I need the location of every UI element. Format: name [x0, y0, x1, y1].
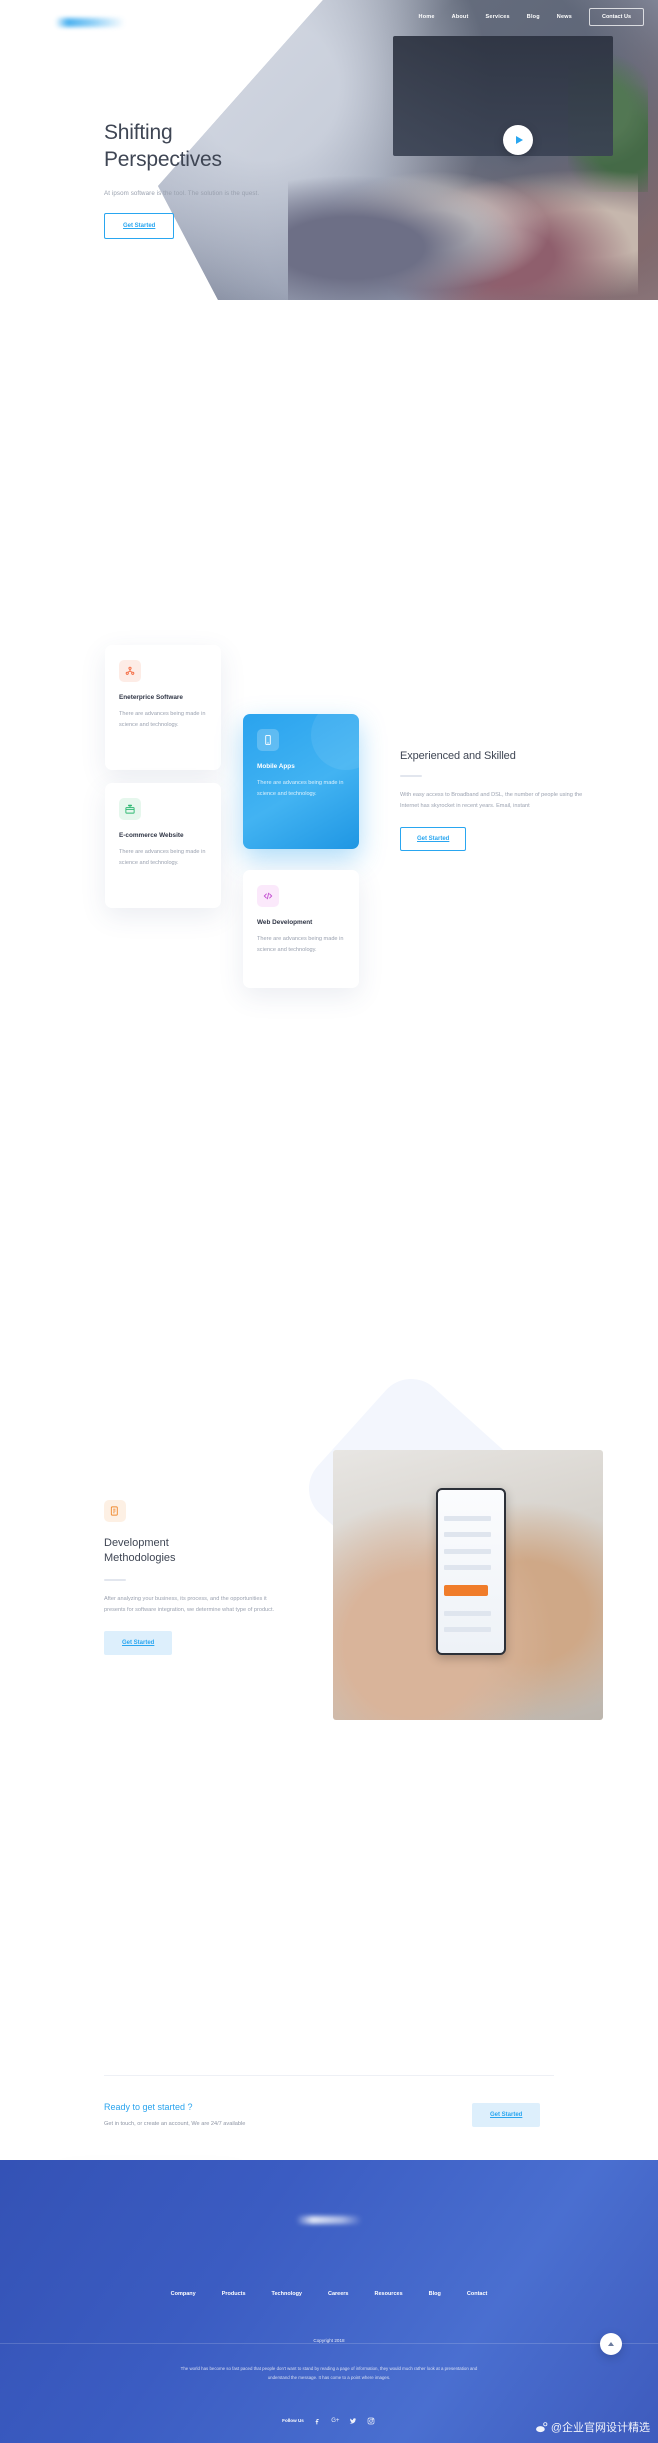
- services-section: Eneterprice Software There are advances …: [0, 300, 658, 988]
- divider: [104, 2075, 554, 2076]
- hero-get-started-button[interactable]: Get Started: [104, 212, 175, 239]
- footer-text: The world has become so fast paced that …: [180, 2366, 478, 2380]
- nav-item-services[interactable]: Services: [486, 14, 510, 20]
- nav-item-blog[interactable]: Blog: [527, 14, 540, 20]
- footer-link-technology[interactable]: Technology: [272, 2291, 302, 2297]
- cta-get-started-button[interactable]: Get Started: [472, 2103, 541, 2127]
- cta-title: Ready to get started ?: [104, 2102, 193, 2112]
- footer-link-contact[interactable]: Contact: [467, 2291, 487, 2297]
- watermark: @企业官网设计精选: [535, 2419, 650, 2435]
- hero-title-line1: Shifting: [104, 121, 173, 144]
- footer-link-resources[interactable]: Resources: [375, 2291, 403, 2297]
- blog-section: Read our Blog After analyzing your busin…: [0, 1370, 658, 1670]
- hero-section: Home About Services Blog News Contact Us…: [0, 0, 658, 300]
- footer-link-products[interactable]: Products: [222, 2291, 246, 2297]
- play-icon: [515, 136, 523, 144]
- development-section: Development Methodologies After analyzin…: [0, 700, 658, 1720]
- nav-item-home[interactable]: Home: [419, 14, 435, 20]
- facebook-icon[interactable]: [313, 2416, 322, 2425]
- follow-us-label: Follow Us: [282, 2418, 304, 2423]
- nav-item-about[interactable]: About: [452, 14, 469, 20]
- footer-logo[interactable]: [296, 2216, 362, 2224]
- cta-subtitle: Get in touch, or create an account, We a…: [104, 2121, 246, 2127]
- main-nav: Home About Services Blog News Contact Us: [419, 8, 644, 26]
- back-to-top-button[interactable]: [600, 2333, 622, 2355]
- footer-link-careers[interactable]: Careers: [328, 2291, 349, 2297]
- video-play-button[interactable]: [503, 125, 533, 155]
- chevron-up-icon: [608, 2342, 614, 2346]
- enterprise-icon: [119, 660, 141, 682]
- hero-copy: Shifting Perspectives At ipsom software …: [104, 120, 259, 239]
- footer-nav: Company Products Technology Careers Reso…: [0, 2291, 658, 2297]
- products-section: HORIZONTAL CHART Legend 1 Legend 2 Legen…: [0, 1010, 658, 2443]
- twitter-icon[interactable]: [349, 2416, 358, 2425]
- footer-copyright: Copyright 2018: [313, 2338, 345, 2343]
- divider: [0, 2343, 658, 2344]
- nav-contact-button[interactable]: Contact Us: [588, 8, 644, 26]
- hero-title-line2: Perspectives: [104, 147, 222, 171]
- nav-item-news[interactable]: News: [557, 14, 572, 20]
- testimonial-section: “ Many conventional colleges and univers…: [0, 1670, 658, 1920]
- watermark-text: @企业官网设计精选: [550, 2422, 650, 2434]
- instagram-icon[interactable]: [367, 2416, 376, 2425]
- footer-link-blog[interactable]: Blog: [429, 2291, 441, 2297]
- brand-logo[interactable]: [55, 18, 125, 27]
- weibo-icon: [535, 2421, 548, 2432]
- people-decoration: [288, 126, 638, 300]
- landing-page: Home About Services Blog News Contact Us…: [0, 0, 658, 2443]
- hero-title: Shifting Perspectives: [104, 120, 259, 174]
- cta-section: Ready to get started ? Get in touch, or …: [0, 2075, 658, 2160]
- site-footer: Company Products Technology Careers Reso…: [0, 2160, 658, 2443]
- hero-subtitle: At ipsom software is the tool. The solut…: [104, 189, 260, 197]
- footer-link-company[interactable]: Company: [171, 2291, 196, 2297]
- google-plus-icon[interactable]: G+: [331, 2416, 340, 2425]
